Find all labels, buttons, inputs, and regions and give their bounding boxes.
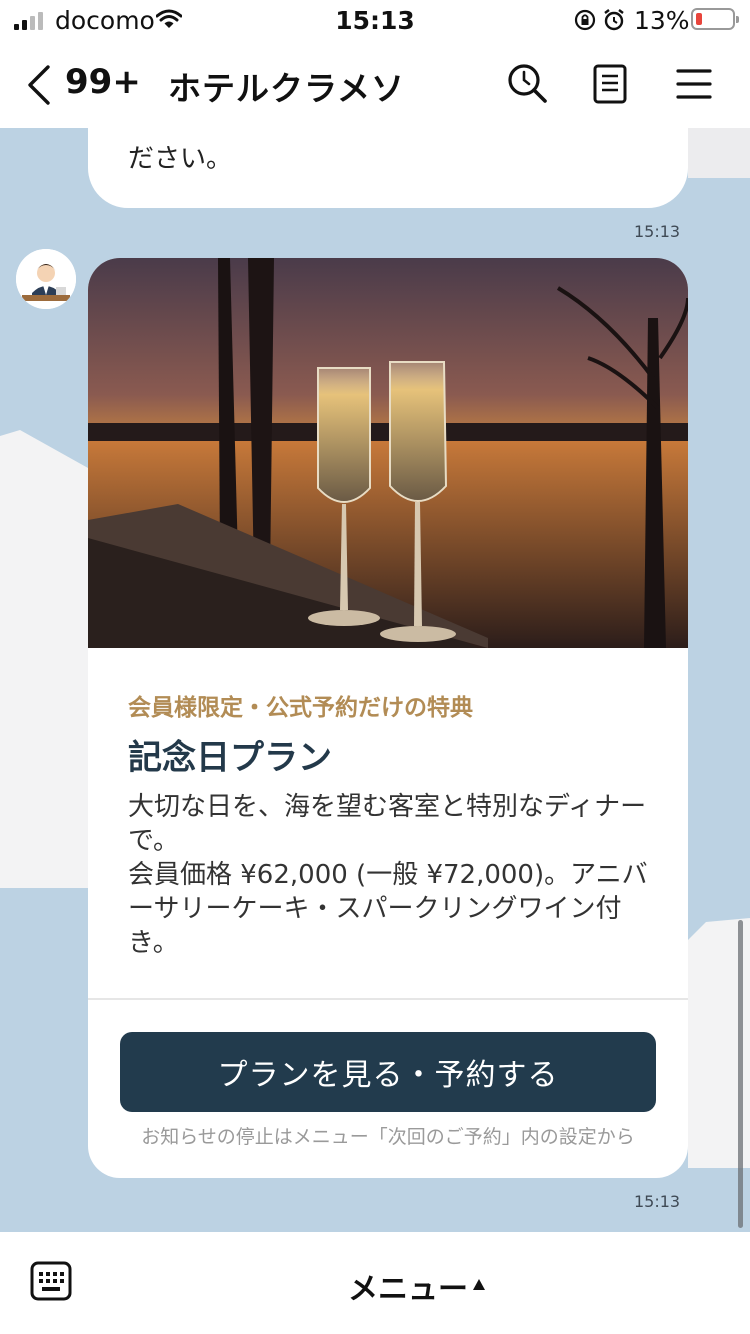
- message-time: 15:13: [634, 1192, 681, 1211]
- previous-message-text: ださい。: [128, 144, 233, 174]
- card-description-line: 会員価格 ¥62,000 (一般 ¥72,000)。アニバーサリーケーキ・スパー…: [128, 860, 648, 958]
- chat-title[interactable]: ホテルクラメソ: [168, 62, 405, 110]
- search-icon[interactable]: [506, 62, 548, 104]
- menu-icon[interactable]: [676, 68, 712, 100]
- notes-icon[interactable]: [592, 64, 628, 104]
- card-description: 大切な日を、海を望む客室と特別なディナーで。 会員価格 ¥62,000 (一般 …: [128, 790, 648, 960]
- card-title: 記念日プラン: [128, 738, 332, 778]
- previous-message-bubble[interactable]: ださい。: [88, 128, 688, 208]
- keyboard-icon[interactable]: [30, 1261, 72, 1301]
- unread-count[interactable]: 99+: [65, 62, 141, 102]
- avatar[interactable]: [16, 249, 76, 309]
- chat-area[interactable]: ださい。 15:13 会員様限定・公式予約だけの特典 記念日プラン 大切な日を、…: [0, 128, 750, 1232]
- concierge-avatar-image: [16, 249, 76, 309]
- scroll-indicator[interactable]: [738, 920, 743, 1228]
- card-photo: [88, 258, 688, 648]
- rotation-lock-icon: [574, 9, 596, 31]
- menu-toggle[interactable]: メニュー: [348, 1264, 468, 1308]
- battery-percent: 13%: [634, 6, 690, 35]
- battery-icon: [691, 8, 739, 30]
- view-plan-button[interactable]: プランを見る・予約する: [120, 1032, 656, 1112]
- card-description-line: 大切な日を、海を望む客室と特別なディナーで。: [128, 792, 647, 856]
- status-bar: docomo 15:13 13%: [0, 0, 750, 42]
- chat-header: 99+ ホテルクラメソ: [0, 42, 750, 128]
- plan-card[interactable]: 会員様限定・公式予約だけの特典 記念日プラン 大切な日を、海を望む客室と特別なデ…: [88, 258, 688, 1178]
- card-note: お知らせの停止はメニュー「次回のご予約」内の設定から: [141, 1126, 635, 1148]
- back-icon[interactable]: [24, 64, 54, 106]
- card-tagline: 会員様限定・公式予約だけの特典: [128, 695, 473, 721]
- alarm-icon: [604, 9, 624, 31]
- card-divider: [88, 998, 688, 1000]
- caret-up-icon[interactable]: [473, 1279, 485, 1290]
- message-time: 15:13: [634, 222, 681, 241]
- previous-message-cut-text: [128, 128, 362, 135]
- bottom-bar: メニュー: [0, 1232, 750, 1334]
